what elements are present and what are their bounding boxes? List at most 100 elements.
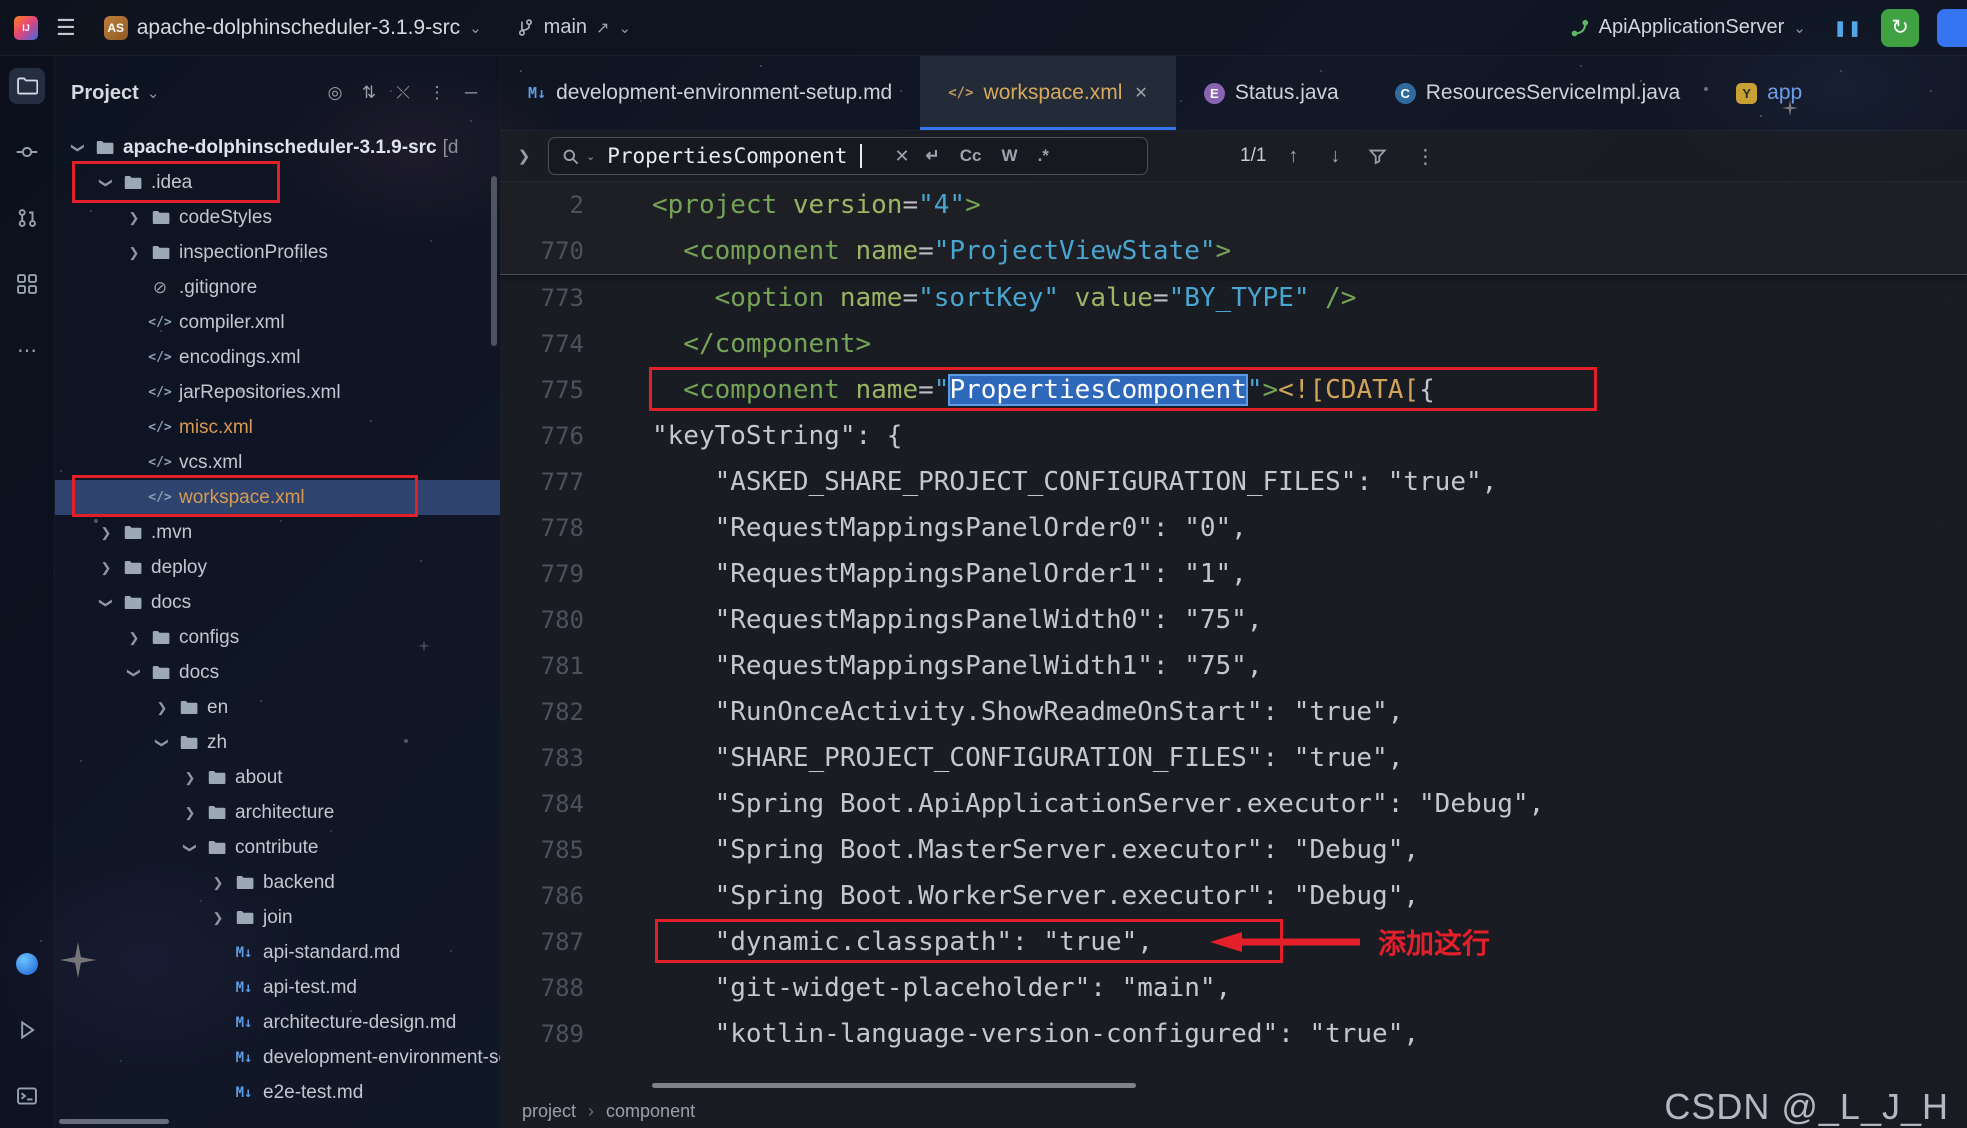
tab-Status.java[interactable]: EStatus.java [1176,56,1367,130]
code-line-780[interactable]: 780 "RequestMappingsPanelWidth0": "75", [500,597,1967,643]
code-line-786[interactable]: 786 "Spring Boot.WorkerServer.executor":… [500,873,1967,919]
tree-item-join[interactable]: ❯join [55,900,500,935]
next-match-button[interactable]: ↓ [1320,145,1350,168]
tree-item-compiler.xml[interactable]: </>compiler.xml [55,305,500,340]
project-widget[interactable]: AS apache-dolphinscheduler-3.1.9-src ⌄ [94,11,492,45]
tree-item-about[interactable]: ❯about [55,760,500,795]
code-editor[interactable]: 2<project version="4">770 <component nam… [500,182,1967,1094]
line-number[interactable]: 2 [500,191,610,219]
code-line-785[interactable]: 785 "Spring Boot.MasterServer.executor":… [500,827,1967,873]
line-number[interactable]: 782 [500,698,610,726]
search-field[interactable]: ⌄ PropertiesComponent ✕ ↵ Cc W .* [548,137,1148,175]
tree-chevron-icon[interactable]: ❯ [205,910,231,926]
tree-chevron-icon[interactable]: ❯ [70,135,86,161]
code-text[interactable]: "RequestMappingsPanelOrder1": "1", [610,559,1247,589]
line-number[interactable]: 779 [500,560,610,588]
code-text[interactable]: <component name="ProjectViewState"> [610,236,1231,266]
tree-hscrollbar[interactable] [59,1119,169,1124]
tree-item-vcs.xml[interactable]: </>vcs.xml [55,445,500,480]
search-history-icon[interactable]: ⌄ [586,150,595,163]
tree-item-inspectionProfiles[interactable]: ❯inspectionProfiles [55,235,500,270]
tree-chevron-icon[interactable]: ❯ [154,730,170,756]
breadcrumb-project[interactable]: project [522,1101,576,1122]
tree-item-docs[interactable]: ❯docs [55,655,500,690]
code-text[interactable]: "RequestMappingsPanelWidth0": "75", [610,605,1262,635]
words-toggle[interactable]: W [998,146,1022,166]
tree-item-en[interactable]: ❯en [55,690,500,725]
tree-chevron-icon[interactable]: ❯ [93,525,119,541]
code-line-782[interactable]: 782 "RunOnceActivity.ShowReadmeOnStart":… [500,689,1967,735]
code-text[interactable]: "git-widget-placeholder": "main", [610,973,1231,1003]
code-text[interactable]: <option name="sortKey" value="BY_TYPE" /… [610,283,1356,313]
code-line-2[interactable]: 2<project version="4"> [500,182,1967,228]
tree-item-misc.xml[interactable]: </>misc.xml [55,410,500,445]
tree-chevron-icon[interactable]: ❯ [121,210,147,226]
locate-file-icon[interactable]: ◎ [322,83,348,103]
tree-item-architecture-design.md[interactable]: M↓architecture-design.md [55,1005,500,1040]
line-number[interactable]: 784 [500,790,610,818]
tab-workspace.xml[interactable]: </>workspace.xml✕ [920,56,1176,130]
tree-item-api-standard.md[interactable]: M↓api-standard.md [55,935,500,970]
tab-app[interactable]: Yapp [1708,56,1830,130]
breadcrumb-component[interactable]: component [606,1101,695,1122]
tree-item-.mvn[interactable]: ❯.mvn [55,515,500,550]
panel-title[interactable]: Project [71,82,139,105]
tree-item-codeStyles[interactable]: ❯codeStyles [55,200,500,235]
run-config-widget[interactable]: ApiApplicationServer ⌄ [1561,11,1816,44]
commit-tool-icon[interactable] [9,134,45,170]
newline-icon[interactable]: ↵ [922,146,944,166]
line-number[interactable]: 780 [500,606,610,634]
tree-chevron-icon[interactable]: ❯ [177,805,203,821]
line-number[interactable]: 785 [500,836,610,864]
code-text[interactable]: "Spring Boot.MasterServer.executor": "De… [610,835,1419,865]
line-number[interactable]: 777 [500,468,610,496]
tree-chevron-icon[interactable]: ❯ [98,590,114,616]
code-line-783[interactable]: 783 "SHARE_PROJECT_CONFIGURATION_FILES":… [500,735,1967,781]
tree-chevron-icon[interactable]: ❯ [205,875,231,891]
code-text[interactable]: "ASKED_SHARE_PROJECT_CONFIGURATION_FILES… [610,467,1497,497]
code-text[interactable]: "RequestMappingsPanelWidth1": "75", [610,651,1262,681]
line-number[interactable]: 778 [500,514,610,542]
debug-button[interactable] [1937,9,1967,47]
tree-item-e2e-test.md[interactable]: M↓e2e-test.md [55,1075,500,1110]
tree-item-encodings.xml[interactable]: </>encodings.xml [55,340,500,375]
tree-chevron-icon[interactable]: ❯ [126,660,142,686]
rerun-button[interactable]: ↻ [1881,9,1919,47]
collapse-all-icon[interactable]: ⤬ [390,83,416,103]
more-tools-icon[interactable]: ⋯ [9,332,45,368]
code-text[interactable]: "dynamic.classpath": "true", [610,927,1153,957]
line-number[interactable]: 781 [500,652,610,680]
tree-item-configs[interactable]: ❯configs [55,620,500,655]
tree-item-docs[interactable]: ❯docs [55,585,500,620]
code-line-787[interactable]: 787 "dynamic.classpath": "true",添加这行 [500,919,1967,965]
search-more-icon[interactable]: ⋮ [1405,144,1445,169]
code-line-775[interactable]: 775 <component name="PropertiesComponent… [500,367,1967,413]
tree-item-.idea[interactable]: ❯.idea [55,165,500,200]
prev-match-button[interactable]: ↑ [1278,145,1308,168]
line-number[interactable]: 787 [500,928,610,956]
code-line-789[interactable]: 789 "kotlin-language-version-configured"… [500,1011,1967,1057]
filter-icon[interactable] [1368,147,1387,166]
line-number[interactable]: 773 [500,284,610,312]
code-line-788[interactable]: 788 "git-widget-placeholder": "main", [500,965,1967,1011]
git-branch-widget[interactable]: main ↗ ⌄ [506,11,641,44]
tree-item-.gitignore[interactable]: ⊘.gitignore [55,270,500,305]
tree-item-backend[interactable]: ❯backend [55,865,500,900]
code-line-770[interactable]: 770 <component name="ProjectViewState"> [500,228,1967,274]
tree-chevron-icon[interactable]: ❯ [121,630,147,646]
tree-item-jarRepositories.xml[interactable]: </>jarRepositories.xml [55,375,500,410]
line-number[interactable]: 774 [500,330,610,358]
tree-item-workspace.xml[interactable]: </>workspace.xml [55,480,500,515]
code-line-777[interactable]: 777 "ASKED_SHARE_PROJECT_CONFIGURATION_F… [500,459,1967,505]
clear-search-icon[interactable]: ✕ [894,146,909,167]
code-text[interactable]: <project version="4"> [610,190,981,220]
tab-development-environment-setup.md[interactable]: M↓development-environment-setup.md [500,56,920,130]
tree-chevron-icon[interactable]: ❯ [149,700,175,716]
tree-chevron-icon[interactable]: ❯ [182,835,198,861]
close-tab-icon[interactable]: ✕ [1134,83,1147,103]
structure-tool-icon[interactable] [9,266,45,302]
code-text[interactable]: <component name="PropertiesComponent"><!… [610,375,1435,405]
code-line-774[interactable]: 774 </component> [500,321,1967,367]
tree-item-apache-dolphinscheduler-3.1.9-src[interactable]: ❯apache-dolphinscheduler-3.1.9-src[d [55,130,500,165]
code-text[interactable]: "RunOnceActivity.ShowReadmeOnStart": "tr… [610,697,1403,727]
